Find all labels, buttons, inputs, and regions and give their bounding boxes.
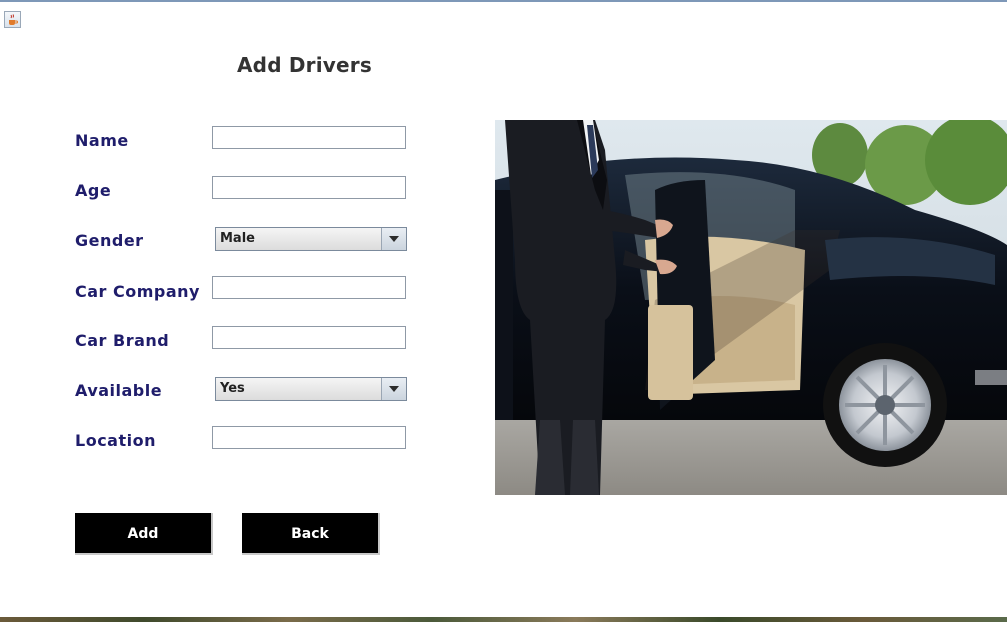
age-field[interactable] — [212, 176, 406, 199]
available-dropdown[interactable]: Yes — [215, 377, 407, 401]
chevron-down-icon[interactable] — [381, 228, 406, 250]
car-company-label: Car Company — [75, 282, 200, 301]
background-strip — [0, 617, 1007, 622]
java-icon[interactable] — [4, 11, 21, 28]
page-title: Add Drivers — [237, 53, 372, 77]
gender-selected-value: Male — [220, 231, 255, 246]
chauffeur-car-image — [495, 120, 1007, 495]
available-selected-value: Yes — [220, 381, 245, 396]
name-label: Name — [75, 131, 129, 150]
age-label: Age — [75, 181, 112, 200]
car-brand-field[interactable] — [212, 326, 406, 349]
available-label: Available — [75, 381, 163, 400]
car-company-field[interactable] — [212, 276, 406, 299]
location-label: Location — [75, 431, 156, 450]
window-top-border — [0, 0, 1007, 2]
name-field[interactable] — [212, 126, 406, 149]
car-brand-label: Car Brand — [75, 331, 170, 350]
gender-label: Gender — [75, 231, 144, 250]
add-button[interactable]: Add — [75, 513, 213, 555]
gender-dropdown[interactable]: Male — [215, 227, 407, 251]
chevron-down-icon[interactable] — [381, 378, 406, 400]
back-button[interactable]: Back — [242, 513, 380, 555]
location-field[interactable] — [212, 426, 406, 449]
